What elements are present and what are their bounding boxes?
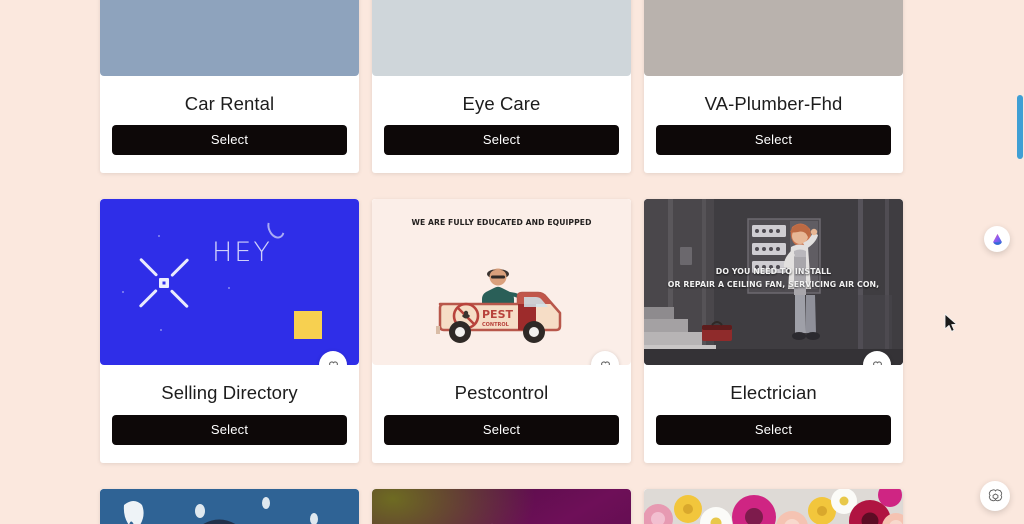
service-card-va-plumber-fhd[interactable]: VA-Plumber-Fhd Select	[644, 0, 903, 174]
service-card-grid: Car Rental Select Eye Care Select VA-Plu…	[100, 0, 907, 524]
service-card-dental[interactable]: YOU NEED A DENTAL CARE EXPERT Select	[100, 488, 359, 524]
svg-text:PEST: PEST	[482, 308, 513, 321]
heart-icon	[600, 361, 610, 366]
service-card-greeting-thanksgiving[interactable]: THIS THANKSGIVING, WE WANT TO SHARE A SI…	[644, 488, 903, 524]
service-card-pestcontrol[interactable]: WE ARE FULLY EDUCATED AND EQUIPPED PEST …	[372, 199, 631, 463]
card-body: Pestcontrol Select	[372, 365, 631, 445]
favorite-heart-button[interactable]	[591, 351, 619, 366]
card-title: Car Rental	[184, 93, 275, 114]
card-row-1: Car Rental Select Eye Care Select VA-Plu…	[100, 0, 907, 174]
card-body: Eye Care Select	[372, 76, 631, 156]
dentist-illustration	[100, 488, 359, 524]
chatgpt-launcher-button[interactable]	[980, 481, 1010, 511]
svg-text:CONTROL: CONTROL	[482, 322, 510, 328]
select-button[interactable]: Select	[112, 414, 347, 445]
card-media: WE ARE FULLY EDUCATED AND EQUIPPED PEST …	[372, 199, 631, 366]
gradient-drop-icon	[992, 233, 1002, 245]
card-media: YOU NEED A DENTAL CARE EXPERT	[100, 488, 359, 524]
service-card-electrician[interactable]: DO YOU NEED TO INSTALL OR REPAIR A CEILI…	[644, 199, 903, 463]
card-media	[372, 0, 631, 76]
select-button[interactable]: Select	[112, 125, 347, 156]
card-title: Electrician	[730, 382, 817, 404]
caption-line-1: DO YOU NEED TO INSTALL	[715, 266, 832, 277]
starburst-icon	[126, 245, 202, 321]
select-button[interactable]: Select	[656, 414, 891, 445]
card-media: This year has been great for us as we go…	[372, 488, 631, 524]
card-media	[100, 0, 359, 76]
select-button[interactable]: Select	[384, 414, 619, 445]
select-button[interactable]: Select	[384, 125, 619, 156]
card-title: VA-Plumber-Fhd	[704, 93, 843, 114]
card-row-2: HEY Selling Directory Select WE ARE FULL…	[100, 199, 907, 463]
card-media: HEY	[100, 199, 359, 366]
select-button[interactable]: Select	[656, 125, 891, 156]
openai-logo-icon	[988, 488, 1002, 501]
yellow-square-decoration	[294, 311, 322, 340]
heart-icon	[328, 361, 338, 366]
card-body: Car Rental Select	[100, 76, 359, 156]
card-title: Selling Directory	[161, 382, 298, 404]
card-media: DO YOU NEED TO INSTALL OR REPAIR A CEILI…	[644, 199, 903, 366]
service-card-car-rental[interactable]: Car Rental Select	[100, 0, 359, 174]
favorite-heart-button[interactable]	[319, 351, 347, 366]
card-body: VA-Plumber-Fhd Select	[644, 76, 903, 156]
fireworks-illustration	[491, 523, 493, 524]
card-title: Eye Care	[462, 93, 541, 114]
heart-icon	[872, 361, 882, 366]
scrollbar-thumb[interactable]	[1017, 95, 1023, 159]
media-caption: DO YOU NEED TO INSTALL OR REPAIR A CEILI…	[650, 265, 896, 291]
card-title: Pestcontrol	[454, 382, 549, 404]
mouse-cursor	[944, 313, 958, 332]
card-media: THIS THANKSGIVING, WE WANT TO SHARE A SI…	[644, 488, 903, 524]
card-row-3: YOU NEED A DENTAL CARE EXPERT Select	[100, 488, 907, 524]
pest-control-van-illustration: PEST CONTROL	[435, 268, 561, 344]
card-body: Selling Directory Select	[100, 365, 359, 445]
service-card-greeting-newyear[interactable]: This year has been great for us as we go…	[372, 488, 631, 524]
media-headline: HEY	[212, 237, 272, 269]
flower-border-photo	[644, 488, 903, 524]
caption-line-2: OR REPAIR A CEILING FAN, SERVICING AIR C…	[667, 279, 880, 290]
card-body: Electrician Select	[644, 365, 903, 445]
brand-launcher-button[interactable]	[984, 226, 1010, 252]
media-headline: WE ARE FULLY EDUCATED AND EQUIPPED	[411, 217, 592, 228]
page-root: Car Rental Select Eye Care Select VA-Plu…	[0, 0, 1024, 524]
service-card-selling-directory[interactable]: HEY Selling Directory Select	[100, 199, 359, 463]
card-media	[644, 0, 903, 76]
vertical-scrollbar[interactable]	[1015, 0, 1024, 524]
service-card-eye-care[interactable]: Eye Care Select	[372, 0, 631, 174]
